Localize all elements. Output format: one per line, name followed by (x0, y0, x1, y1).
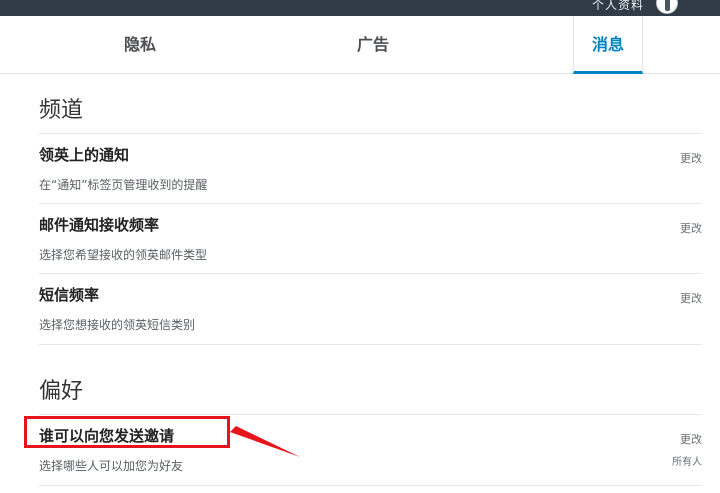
section-title-preferences: 偏好 (39, 379, 84, 404)
change-link[interactable]: 更改 (680, 220, 702, 236)
tab-privacy[interactable]: 隐私 (90, 16, 190, 73)
avatar[interactable] (656, 0, 678, 14)
setting-row-email-frequency[interactable]: 邮件通知接收频率 选择您希望接收的领英邮件类型 更改 (39, 203, 702, 274)
setting-description: 在“通知”标签页管理收到的提醒 (39, 178, 208, 192)
profile-menu-label[interactable]: 个人资料 (592, 0, 644, 13)
current-value: 所有人 (672, 457, 702, 468)
top-navigation-bar: 个人资料 (0, 0, 720, 16)
change-link[interactable]: 更改 (680, 150, 702, 166)
setting-title: 邮件通知接收频率 (39, 216, 160, 234)
setting-description: 选择您希望接收的领英邮件类型 (39, 248, 208, 262)
settings-tabs: 隐私 广告 消息 (0, 16, 720, 74)
setting-title: 短信频率 (39, 286, 100, 304)
setting-description: 选择哪些人可以加您为好友 (39, 459, 184, 473)
tab-messages[interactable]: 消息 (573, 16, 643, 74)
setting-row-sms-frequency[interactable]: 短信频率 选择您想接收的领英短信类别 更改 (39, 273, 702, 345)
tab-ads[interactable]: 广告 (323, 16, 423, 73)
section-title-channels: 频道 (39, 98, 84, 123)
setting-row-linkedin-notifications[interactable]: 领英上的通知 在“通知”标签页管理收到的提醒 更改 (39, 133, 702, 204)
annotation-highlight-box (24, 416, 230, 448)
change-link[interactable]: 更改 (680, 290, 702, 306)
change-link[interactable]: 更改 (680, 431, 702, 447)
setting-title: 领英上的通知 (39, 146, 130, 164)
setting-description: 选择您想接收的领英短信类别 (39, 318, 196, 332)
